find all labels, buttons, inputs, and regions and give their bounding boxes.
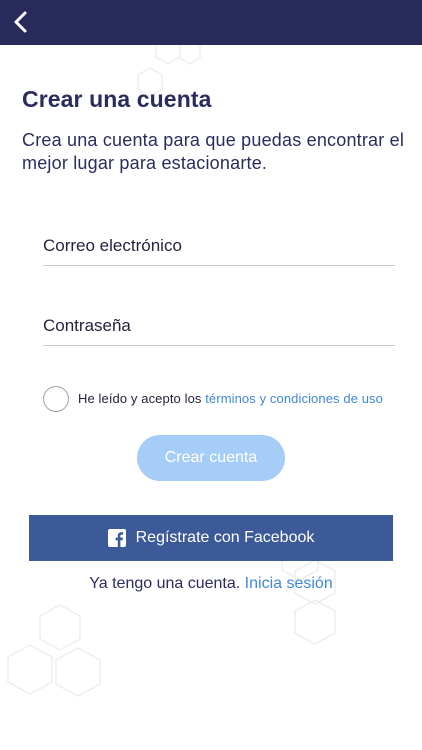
back-button[interactable] <box>4 6 36 38</box>
login-prompt: Ya tengo una cuenta. <box>89 575 241 592</box>
login-link[interactable]: Inicia sesión <box>245 575 333 592</box>
terms-text: He leído y acepto los términos y condici… <box>78 391 383 406</box>
password-field-container <box>43 306 395 346</box>
terms-prefix: He leído y acepto los <box>78 391 206 406</box>
email-field-container <box>43 226 395 266</box>
terms-radio-button[interactable] <box>43 385 69 412</box>
create-account-screen: Crear una cuenta Crea una cuenta para qu… <box>0 0 422 750</box>
top-navigation-bar <box>0 0 422 45</box>
facebook-icon <box>107 529 126 547</box>
create-account-button[interactable]: Crear cuenta <box>137 435 285 481</box>
facebook-button-label: Regístrate con Facebook <box>135 529 315 546</box>
login-row: Ya tengo una cuenta. Inicia sesión <box>0 575 422 593</box>
terms-row: He leído y acepto los términos y condici… <box>43 385 383 412</box>
page-subtitle: Crea una cuenta para que puedas encontra… <box>22 130 405 173</box>
terms-link[interactable]: términos y condiciones de uso <box>205 391 383 406</box>
facebook-signup-button[interactable]: Regístrate con Facebook <box>29 515 393 561</box>
password-field[interactable] <box>43 306 395 345</box>
email-field[interactable] <box>43 226 395 265</box>
chevron-left-icon <box>14 11 27 33</box>
page-title: Crear una cuenta <box>22 86 212 112</box>
